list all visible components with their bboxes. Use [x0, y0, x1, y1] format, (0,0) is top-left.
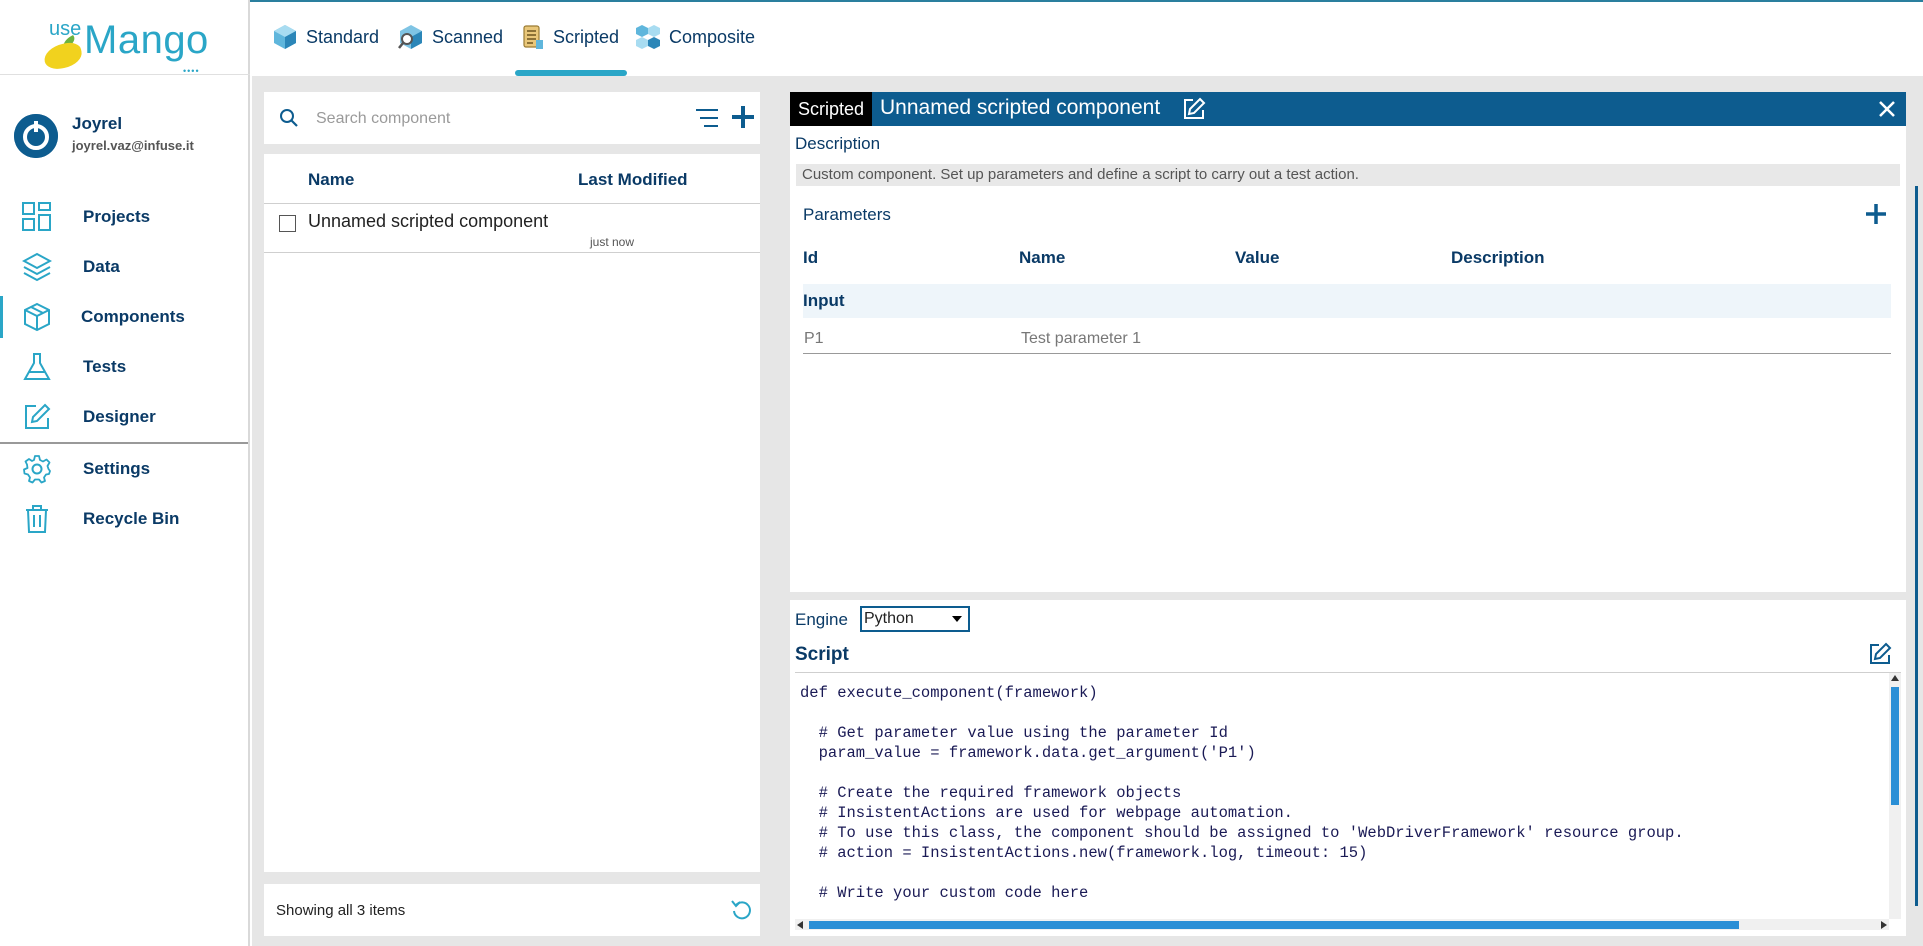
table-row[interactable]: P1 Test parameter 1 — [803, 318, 1891, 354]
engine-label: Engine — [795, 610, 848, 629]
component-type-badge: Scripted — [790, 92, 872, 126]
projects-grid-icon — [22, 202, 51, 231]
component-type-tabs: Standard Scanned Scripted Composite — [252, 2, 1923, 76]
sidebar-item-data[interactable]: Data — [0, 242, 248, 292]
scroll-left-arrow-icon[interactable] — [797, 921, 803, 929]
sidebar-item-tests[interactable]: Tests — [0, 342, 248, 392]
pencil-square-icon — [25, 403, 51, 429]
param-header-value: Value — [1235, 248, 1280, 267]
engine-selected-value: Python — [864, 610, 914, 627]
page-scrollbar-edge[interactable] — [1915, 186, 1918, 906]
scroll-up-arrow-icon[interactable] — [1891, 675, 1899, 681]
sidebar-nav: Projects Data Components Tests Designer … — [0, 192, 248, 544]
panel-splitter[interactable] — [790, 592, 1906, 600]
filter-list-icon[interactable] — [694, 106, 720, 130]
layers-icon — [22, 252, 52, 282]
sidebar-item-designer[interactable]: Designer — [0, 392, 248, 442]
param-name: Test parameter 1 — [1021, 330, 1142, 347]
script-editor[interactable]: def execute_component(framework) # Get p… — [795, 672, 1901, 930]
param-id: P1 — [804, 330, 824, 347]
add-parameter-icon[interactable] — [1864, 202, 1888, 226]
sidebar-item-label: Data — [83, 257, 120, 276]
scroll-right-arrow-icon[interactable] — [1881, 921, 1887, 929]
component-list: Name Last Modified Unnamed scripted comp… — [264, 154, 760, 872]
param-header-id: Id — [803, 248, 819, 267]
gear-icon — [23, 455, 51, 484]
sidebar-item-recycle-bin[interactable]: Recycle Bin — [0, 494, 248, 544]
list-header: Name Last Modified — [264, 154, 760, 204]
component-modified: just now — [590, 235, 635, 249]
user-email: joyrel.vaz@infuse.it — [72, 138, 194, 153]
script-code[interactable]: def execute_component(framework) # Get p… — [800, 683, 1684, 903]
scripted-scroll-icon — [523, 25, 543, 49]
tab-composite[interactable]: Composite — [635, 22, 755, 52]
user-profile[interactable]: Joyrel joyrel.vaz@infuse.it — [14, 112, 244, 164]
search-icon[interactable] — [279, 108, 299, 128]
close-icon[interactable] — [1877, 99, 1897, 119]
tab-standard[interactable]: Standard — [272, 22, 379, 52]
list-item[interactable]: Unnamed scripted component just now — [264, 205, 760, 253]
tab-scripted[interactable]: Scripted — [519, 22, 619, 52]
horizontal-scrollbar[interactable] — [795, 919, 1889, 930]
list-footer: Showing all 3 items — [264, 884, 760, 936]
parameters-header: Id Name Value Description — [803, 248, 1891, 272]
sidebar-item-label: Recycle Bin — [83, 509, 180, 528]
tab-label: Standard — [306, 26, 380, 47]
composite-cubes-icon — [636, 25, 660, 49]
tab-scanned[interactable]: Scanned — [398, 22, 503, 52]
logo-mango-fruit — [41, 40, 85, 72]
component-name: Unnamed scripted component — [308, 211, 549, 231]
engine-select[interactable]: Python — [860, 606, 970, 632]
sidebar-item-label: Tests — [83, 357, 127, 376]
flask-icon — [23, 353, 51, 380]
sidebar-item-components[interactable]: Components — [0, 292, 248, 342]
description-field[interactable]: Custom component. Set up parameters and … — [796, 164, 1900, 186]
edit-title-icon[interactable] — [1182, 97, 1206, 121]
vertical-scrollbar[interactable] — [1889, 673, 1901, 919]
detail-header: Scripted Unnamed scripted component — [790, 92, 1906, 126]
cube-icon — [24, 302, 50, 332]
search-input[interactable] — [316, 106, 656, 132]
horizontal-scroll-thumb[interactable] — [809, 921, 1739, 929]
user-avatar-icon — [14, 114, 58, 158]
refresh-icon[interactable] — [730, 898, 754, 922]
param-group-input: Input — [803, 284, 1891, 318]
parameters-label: Parameters — [803, 205, 891, 224]
search-bar — [264, 92, 760, 144]
row-checkbox[interactable] — [279, 215, 296, 232]
item-count: Showing all 3 items — [276, 902, 406, 919]
component-detail: Scripted Unnamed scripted component Desc… — [790, 92, 1906, 936]
user-name: Joyrel — [72, 114, 123, 133]
sidebar-item-settings[interactable]: Settings — [0, 444, 248, 494]
column-header-name[interactable]: Name — [308, 170, 354, 190]
sidebar-item-label: Projects — [83, 207, 151, 226]
active-indicator — [0, 296, 3, 338]
tab-label: Scripted — [553, 26, 620, 47]
param-header-description: Description — [1451, 248, 1545, 267]
scanned-cube-icon — [398, 25, 422, 49]
trash-icon — [26, 505, 48, 533]
sidebar-item-label: Designer — [83, 407, 156, 426]
logo-mango-text: Mango — [84, 18, 209, 62]
param-group-label: Input — [803, 291, 845, 310]
sidebar-divider — [0, 74, 250, 75]
param-header-name: Name — [1019, 248, 1066, 267]
vertical-scroll-thumb[interactable] — [1891, 687, 1899, 805]
sidebar: use Mango •••• Joyrel joyrel.vaz@infuse.… — [0, 0, 250, 946]
sidebar-item-label: Settings — [83, 459, 151, 478]
dropdown-arrow-icon — [952, 616, 962, 622]
script-label: Script — [795, 644, 849, 665]
sidebar-item-label: Components — [81, 307, 185, 326]
sidebar-item-projects[interactable]: Projects — [0, 192, 248, 242]
tab-label: Composite — [669, 26, 756, 47]
add-component-icon[interactable] — [730, 104, 756, 130]
description-label: Description — [795, 134, 881, 153]
standard-cube-icon — [274, 25, 296, 49]
logo-use-text: use — [49, 18, 82, 40]
column-header-last-modified[interactable]: Last Modified — [578, 170, 688, 190]
edit-script-icon[interactable] — [1868, 642, 1892, 666]
component-title: Unnamed scripted component — [880, 96, 1161, 119]
tab-label: Scanned — [432, 26, 504, 47]
usemango-logo[interactable]: use Mango •••• — [40, 16, 210, 76]
